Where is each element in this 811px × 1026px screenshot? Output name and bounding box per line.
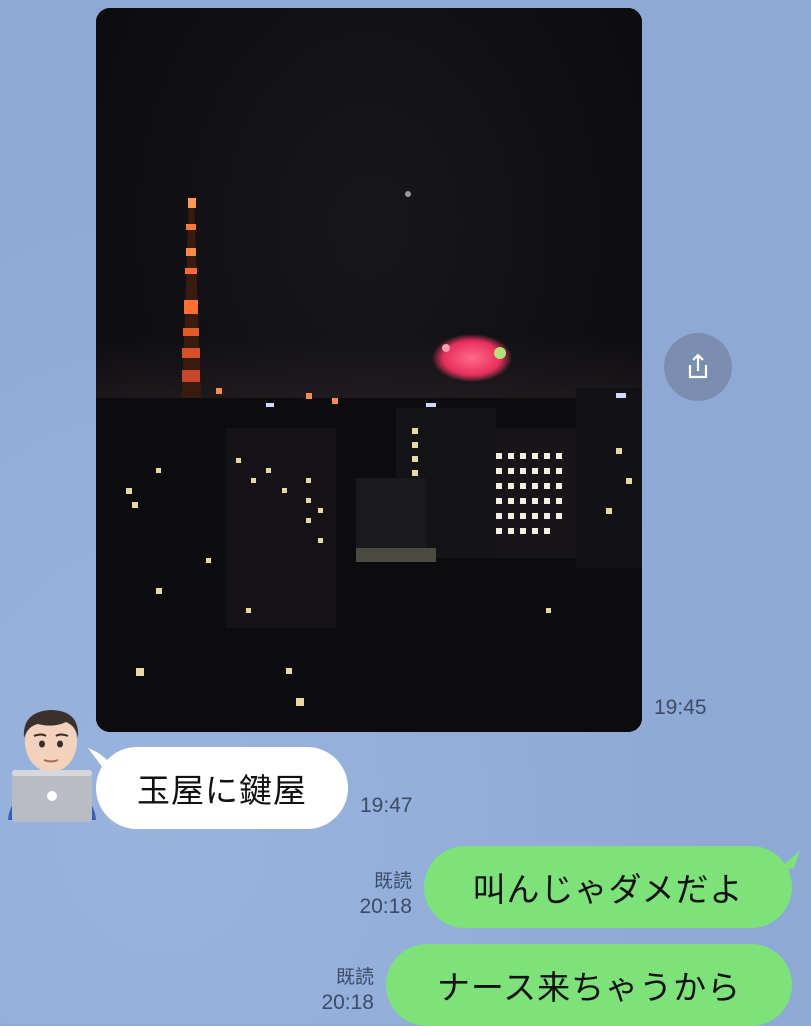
incoming-timestamp: 19:47 xyxy=(360,794,413,817)
read-receipt: 既読 xyxy=(373,870,412,892)
photo-message[interactable] xyxy=(96,8,642,732)
share-icon xyxy=(688,353,708,379)
photo-timestamp: 19:45 xyxy=(654,696,707,719)
outgoing-timestamp: 20:18 xyxy=(321,991,374,1014)
message-bubble-incoming[interactable]: 玉屋に鍵屋 xyxy=(96,747,348,829)
read-receipt: 既読 xyxy=(335,966,374,988)
message-bubble-outgoing[interactable]: ナース来ちゃうから xyxy=(386,944,792,1026)
outgoing-timestamp: 20:18 xyxy=(359,895,412,918)
message-bubble-outgoing[interactable]: 叫んじゃダメだよ xyxy=(424,846,792,928)
fireworks-night-photo xyxy=(96,8,642,732)
share-button[interactable] xyxy=(664,333,732,401)
